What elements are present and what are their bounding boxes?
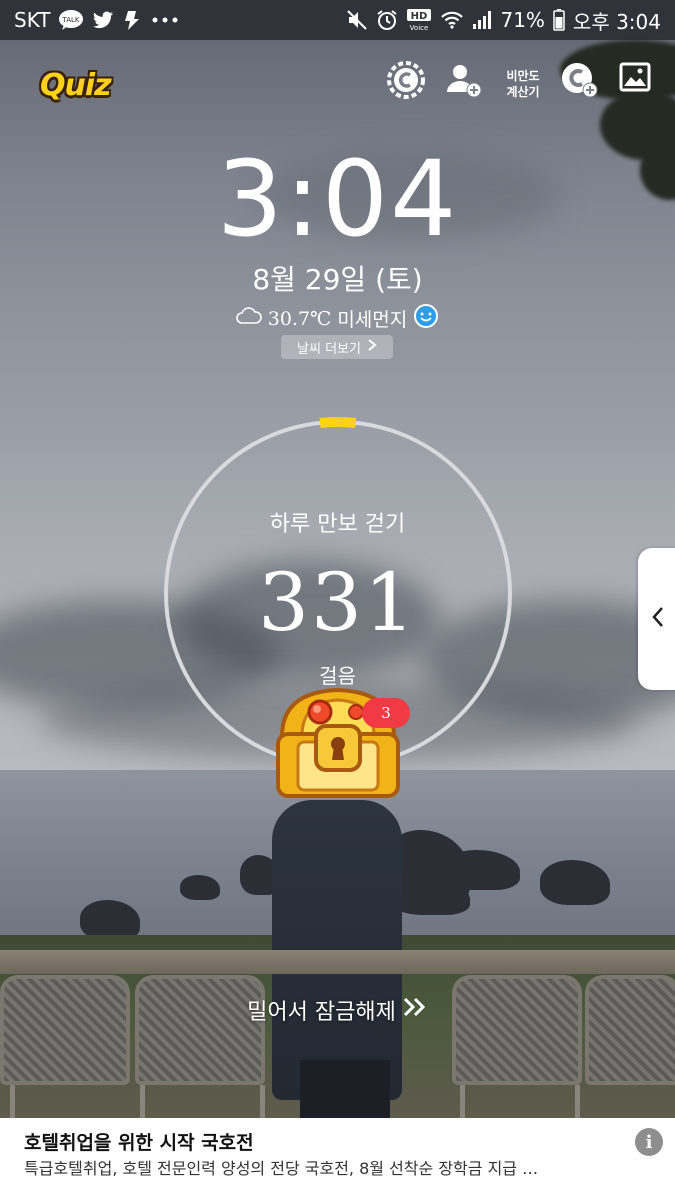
coin-icon <box>386 60 426 104</box>
weather-line: 30.7℃ 미세먼지 <box>0 303 675 334</box>
ad-description: 특급호텔취업, 호텔 전문인력 양성의 전당 국호전, 8월 선착순 장학금 지… <box>24 1159 539 1178</box>
wifi-icon <box>440 10 464 30</box>
kakaotalk-badge-text: TALK <box>62 16 80 24</box>
ad-title: 호텔취업을 위한 시작 국호전 <box>24 1132 254 1154</box>
smile-face-icon <box>413 303 439 334</box>
cash-add-icon <box>560 60 600 104</box>
battery-percent: 71% <box>500 8 545 32</box>
add-user-button[interactable] <box>444 60 484 104</box>
lockscreen-date: 8월 29일 (토) <box>252 263 423 296</box>
unlock-label: 밀어서 잠금해제 <box>247 1000 396 1025</box>
step-count: 331 <box>258 556 417 649</box>
bmi-label-line2: 계산기 <box>506 85 540 99</box>
quiz-button[interactable]: Quiz <box>40 68 112 103</box>
cloud-icon <box>236 307 262 330</box>
hd-badge-text: HD <box>411 11 428 22</box>
side-panel-handle[interactable] <box>638 548 675 690</box>
treasure-chest-icon <box>268 687 408 806</box>
lockscreen-clock: 3:04 <box>216 138 459 260</box>
chevron-left-icon <box>651 605 665 633</box>
double-chevron-right-icon <box>402 996 428 1024</box>
signal-icon <box>472 10 492 30</box>
chest-count-badge: 3 <box>362 698 410 728</box>
chevron-right-icon <box>367 338 377 356</box>
coin-button[interactable] <box>386 60 426 104</box>
app-icon <box>122 9 142 31</box>
swipe-to-unlock[interactable]: 밀어서 잠금해제 <box>0 994 675 1026</box>
carrier-label: SKT <box>14 8 51 32</box>
bmi-calculator-button[interactable]: 비만도 계산기 <box>498 68 548 100</box>
status-time: 오후 3:04 <box>572 9 661 34</box>
top-actions: 비만도 계산기 <box>380 60 660 110</box>
add-user-icon <box>444 60 484 104</box>
voice-badge-text: Voice <box>410 24 429 32</box>
kakaotalk-icon: TALK <box>58 9 84 31</box>
dust-label: 미세먼지 <box>337 309 408 331</box>
bmi-label-line1: 비만도 <box>506 69 540 83</box>
battery-icon <box>553 9 565 31</box>
alarm-icon <box>376 9 398 31</box>
more-dots-icon <box>150 15 180 25</box>
status-bar: SKT TALK HD Voice 71% 오후 3:04 <box>0 0 675 40</box>
temperature: 30.7℃ <box>267 307 332 330</box>
weather-more-button[interactable]: 날씨 더보기 <box>281 335 393 359</box>
weather-more-label: 날씨 더보기 <box>297 341 361 357</box>
ad-banner[interactable]: 호텔취업을 위한 시작 국호전 특급호텔취업, 호텔 전문인력 양성의 전당 국… <box>0 1118 675 1200</box>
hd-voice-icon: HD Voice <box>406 8 432 32</box>
twitter-icon <box>92 10 114 30</box>
gallery-button[interactable] <box>618 60 652 98</box>
step-title: 하루 만보 걷기 <box>269 512 406 537</box>
cash-add-button[interactable] <box>560 60 600 104</box>
gallery-icon <box>618 60 652 98</box>
info-icon[interactable]: i <box>635 1128 663 1156</box>
mute-icon <box>346 9 368 31</box>
